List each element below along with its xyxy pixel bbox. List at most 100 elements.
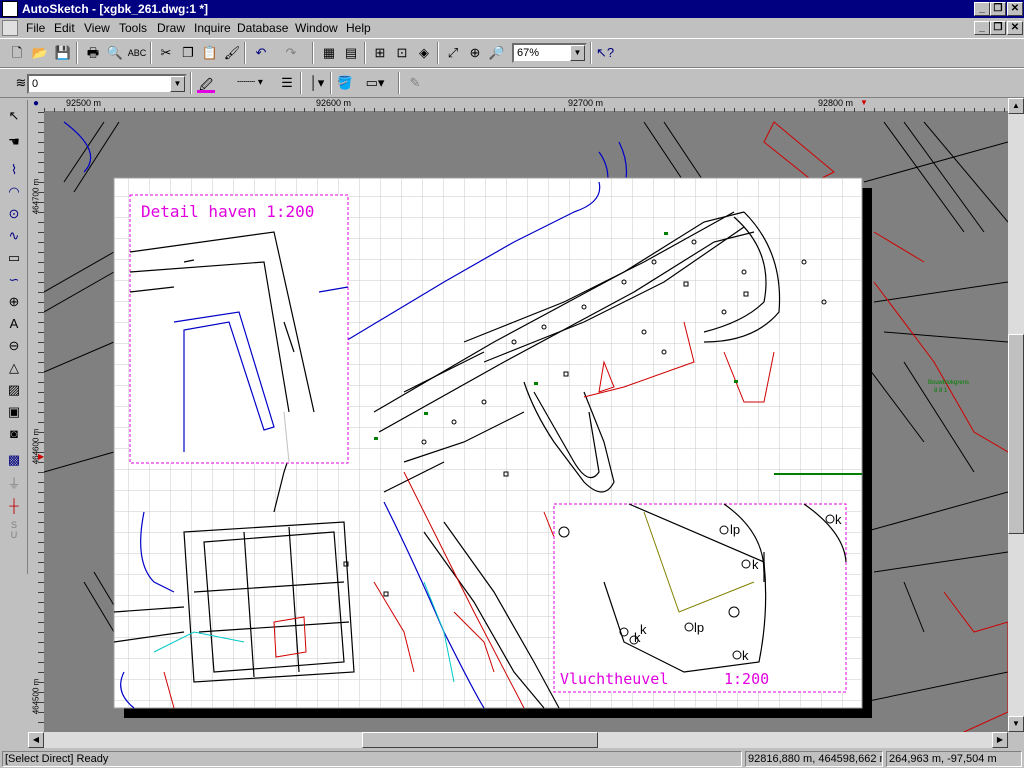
ruler-label: 464700 m [31, 178, 41, 215]
menu-view[interactable]: View [84, 20, 110, 36]
undo-icon[interactable]: ↶ [250, 42, 272, 64]
doc-restore-button[interactable]: ❐ [990, 21, 1006, 35]
menu-inquire[interactable]: Inquire [194, 20, 231, 36]
layer-combo[interactable]: 0 ▼ [27, 74, 187, 94]
map-annotation: Bouwblokgrens [928, 380, 970, 386]
layer-tool-icon[interactable]: ▩ [3, 450, 25, 470]
minimize-button[interactable]: _ [974, 2, 990, 16]
standard-toolbar: 🗋 📂 💾 🖶 🔍 ABC ✂ ❐ 📋 🖌 ↶ ↷ ▦ ▤ ⊞ ⊡ ◈ ⤢ ⊕ … [0, 38, 1024, 68]
rectangle-icon[interactable]: ▭ [3, 248, 25, 268]
toolbar-separator [398, 72, 400, 94]
pattern-icon[interactable]: ▭▾ [364, 72, 386, 94]
point-label: lp [694, 620, 705, 635]
horizontal-scrollbar[interactable]: ◀ ▶ [28, 732, 1008, 748]
status-delta: 264,963 m, -97,504 m [886, 751, 1022, 767]
chevron-down-icon[interactable]: ▼ [170, 76, 185, 92]
zoom-search-icon[interactable]: 🔎 [486, 42, 508, 64]
scroll-right-button[interactable]: ▶ [992, 732, 1008, 748]
doc-close-button[interactable]: ✕ [1007, 21, 1023, 35]
copy-icon[interactable]: ❐ [177, 42, 199, 64]
scroll-corner [1008, 732, 1024, 748]
toolbar-separator [590, 42, 592, 64]
hatch-icon[interactable]: ▨ [3, 380, 25, 400]
zoom-value: 67% [517, 47, 540, 59]
scroll-down-button[interactable]: ▼ [1008, 716, 1024, 732]
app-icon[interactable] [2, 1, 18, 17]
hand-select-icon[interactable]: ☚ [3, 132, 25, 152]
layer-value: 0 [32, 78, 39, 90]
ruler-label: 92600 m [316, 98, 352, 108]
menu-help[interactable]: Help [346, 20, 371, 36]
layer-manager-icon[interactable]: ▦ [318, 42, 340, 64]
menu-database[interactable]: Database [237, 20, 288, 36]
zoom-in-icon[interactable]: ⊕ [464, 42, 486, 64]
toolbar-separator [437, 42, 439, 64]
point-label: k [752, 557, 759, 572]
circle-icon[interactable]: ⊙ [3, 204, 25, 224]
scroll-left-button[interactable]: ◀ [28, 732, 44, 748]
fill-bucket-icon[interactable]: 🪣 [334, 72, 356, 94]
close-button[interactable]: ✕ [1007, 2, 1023, 16]
line-style-icon[interactable]: │▾ [306, 72, 328, 94]
curve-icon[interactable]: ∿ [3, 226, 25, 246]
dimension-icon[interactable]: ⊖ [3, 336, 25, 356]
toolbar-separator [190, 72, 192, 94]
vertical-scroll-thumb[interactable] [1008, 334, 1024, 534]
detail-haven-label: Detail haven 1:200 [141, 202, 315, 221]
symbol-icon[interactable]: ▣ [3, 402, 25, 422]
help-icon[interactable]: ↖? [594, 42, 616, 64]
save-icon[interactable]: 💾 [52, 42, 74, 64]
toolbar-separator [150, 42, 152, 64]
print-icon[interactable]: 🖶 [82, 42, 104, 64]
menu-file[interactable]: File [26, 20, 45, 36]
text-icon[interactable]: A [3, 314, 25, 334]
format-painter-icon[interactable]: 🖌 [221, 42, 243, 64]
zoom-combo[interactable]: 67% ▼ [512, 43, 587, 63]
paste-icon[interactable]: 📋 [199, 42, 221, 64]
grid-icon[interactable]: ⊞ [369, 42, 391, 64]
scroll-up-button[interactable]: ▲ [1008, 98, 1024, 114]
snap-icon[interactable]: ⊡ [391, 42, 413, 64]
ruler-label: 92500 m [66, 98, 102, 108]
properties-icon[interactable]: ▤ [340, 42, 362, 64]
ruler-label: 92800 m [818, 98, 854, 108]
menu-draw[interactable]: Draw [157, 20, 185, 36]
pencil-icon[interactable]: ✎ [404, 72, 426, 94]
select-arrow-icon[interactable]: ↖ [3, 106, 25, 126]
chevron-down-icon[interactable]: ▼ [570, 45, 585, 61]
stamp-icon[interactable]: ⏚ [3, 474, 25, 494]
open-icon[interactable]: 📂 [29, 42, 51, 64]
snap-tool-icon[interactable]: SU [3, 520, 25, 540]
lineweight-icon[interactable]: ☰ [276, 72, 298, 94]
menu-tools[interactable]: Tools [119, 20, 147, 36]
crosshair-icon[interactable]: ┼ [3, 496, 25, 516]
menu-bar: File Edit View Tools Draw Inquire Databa… [0, 18, 1024, 38]
menu-window[interactable]: Window [295, 20, 338, 36]
drawing-canvas[interactable]: Detail haven 1:200 Vluchtheuvel 1:200 lp… [44, 112, 1008, 732]
object-snap-icon[interactable]: ◈ [413, 42, 435, 64]
redo-icon[interactable]: ↷ [280, 42, 302, 64]
vluchtheuvel-scale-label: 1:200 [724, 670, 770, 688]
menu-edit[interactable]: Edit [54, 20, 75, 36]
image-icon[interactable]: ◙ [3, 424, 25, 444]
document-icon[interactable] [2, 20, 18, 36]
cut-icon[interactable]: ✂ [155, 42, 177, 64]
vertical-scrollbar[interactable]: ▲ ▼ [1008, 98, 1024, 732]
arc-icon[interactable]: ◠ [3, 182, 25, 202]
point-icon[interactable]: ⊕ [3, 292, 25, 312]
new-icon[interactable]: 🗋 [6, 42, 28, 64]
polyline-icon[interactable]: ⌇ [3, 160, 25, 180]
title-bar: AutoSketch - [xgbk_261.dwg:1 *] _ ❐ ✕ [0, 0, 1024, 18]
status-coordinates: 92816,880 m, 464598,662 m [745, 751, 883, 767]
spline-icon[interactable]: ∽ [3, 270, 25, 290]
restore-button[interactable]: ❐ [990, 2, 1006, 16]
linetype-icon[interactable]: ┄┄┄ ▾ [228, 72, 272, 94]
color-swatch [197, 90, 215, 93]
globe-icon[interactable]: ● [28, 98, 44, 112]
print-preview-icon[interactable]: 🔍 [104, 42, 126, 64]
horizontal-scroll-thumb[interactable] [362, 732, 598, 748]
zoom-window-icon[interactable]: ⤢ [442, 42, 464, 64]
doc-minimize-button[interactable]: _ [974, 21, 990, 35]
spell-icon[interactable]: ABC [126, 42, 148, 64]
triangle-icon[interactable]: △ [3, 358, 25, 378]
